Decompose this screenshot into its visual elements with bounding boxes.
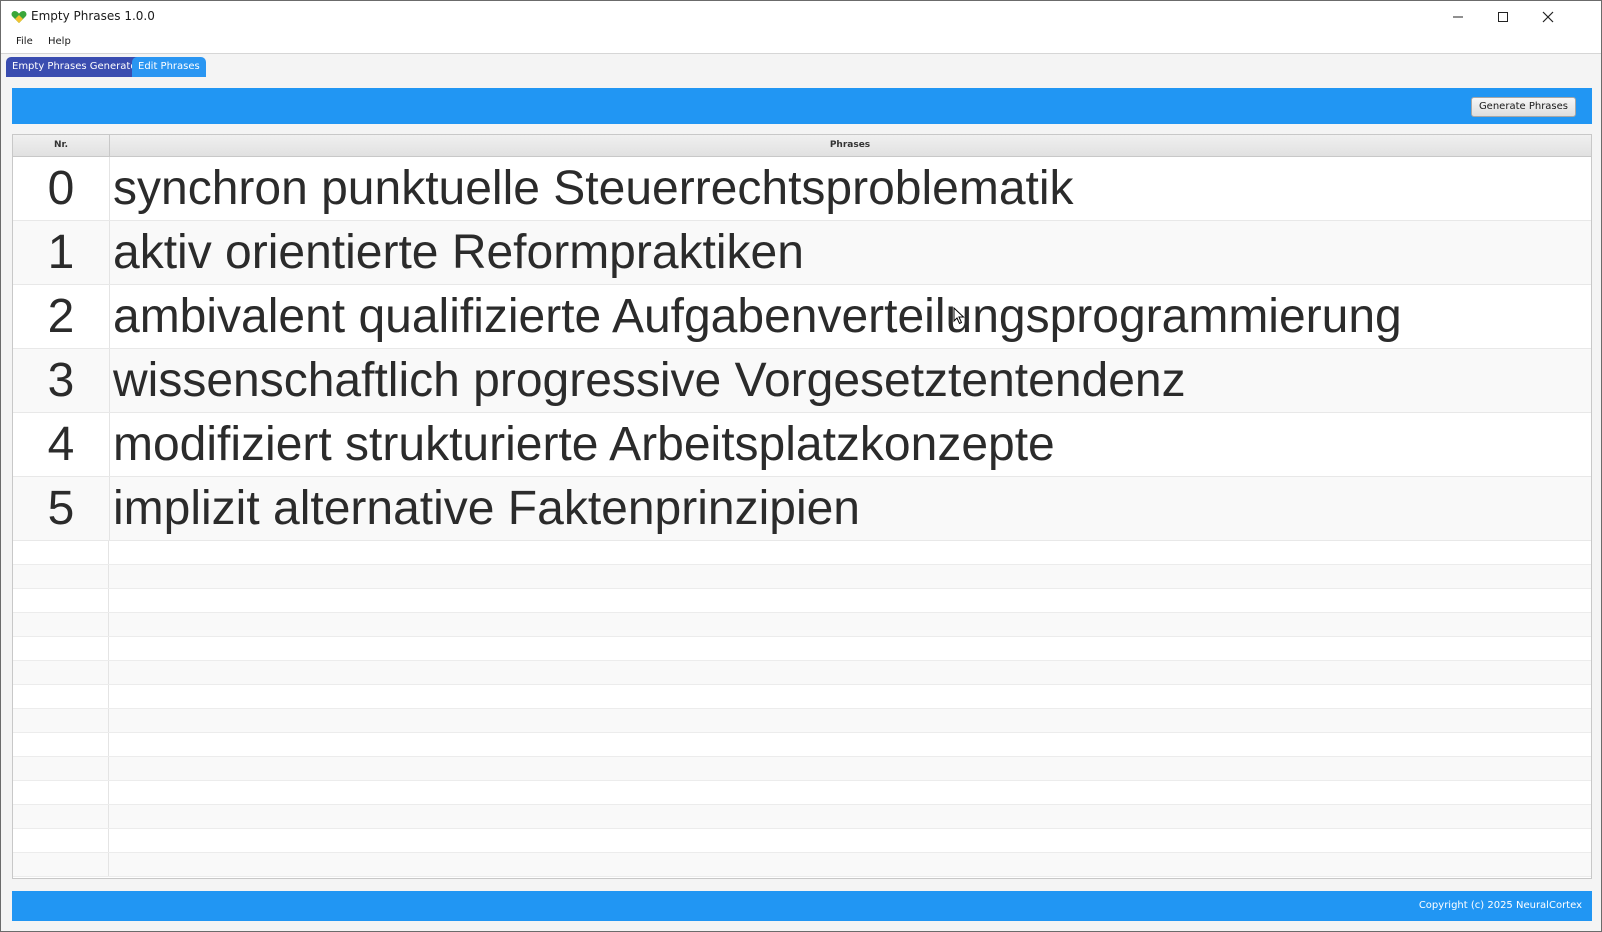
table-header: Nr. Phrases — [13, 135, 1591, 157]
table-row[interactable]: 1 aktiv orientierte Reformpraktiken — [13, 221, 1591, 285]
phrase-cell: synchron punktuelle Steuerrechtsproblema… — [113, 162, 1074, 215]
phrase-cell: ambivalent qualifizierte Aufgabenverteil… — [113, 290, 1402, 343]
column-separator — [108, 589, 109, 612]
column-separator — [108, 565, 109, 588]
table-body: 0 synchron punktuelle Steuerrechtsproblem… — [13, 157, 1591, 877]
empty-table-row — [13, 781, 1591, 805]
tab-empty-phrases-generator[interactable]: Empty Phrases Generator — [6, 57, 147, 77]
menu-bar: File Help — [1, 33, 1601, 54]
phrases-table[interactable]: Nr. Phrases 0 synchron punktuelle Steuerr… — [12, 134, 1592, 879]
menu-help[interactable]: Help — [48, 36, 71, 47]
mouse-cursor-icon — [953, 307, 965, 325]
minimize-icon — [1453, 16, 1463, 18]
column-separator — [108, 781, 109, 804]
row-number-cell: 0 — [13, 157, 110, 220]
table-row[interactable]: 2 ambivalent qualifizierte Aufgabenvertei… — [13, 285, 1591, 349]
row-number-cell: 2 — [13, 285, 110, 348]
close-button[interactable] — [1525, 1, 1571, 33]
empty-table-row — [13, 733, 1591, 757]
row-number-cell: 1 — [13, 221, 110, 284]
empty-table-row — [13, 805, 1591, 829]
column-separator — [108, 661, 109, 684]
column-separator — [108, 853, 109, 876]
table-row[interactable]: 5 implizit alternative Faktenprinzipien — [13, 477, 1591, 541]
column-separator — [108, 709, 109, 732]
column-header-nr[interactable]: Nr. — [13, 135, 110, 156]
column-separator — [108, 757, 109, 780]
footer-bar: Copyright (c) 2025 NeuralCortex — [12, 891, 1592, 921]
column-separator — [108, 541, 109, 564]
phrase-cell: modifiziert strukturierte Arbeitsplatzko… — [113, 418, 1055, 471]
column-separator — [108, 613, 109, 636]
phrase-cell: aktiv orientierte Reformpraktiken — [113, 226, 804, 279]
phrase-cell: implizit alternative Faktenprinzipien — [113, 482, 860, 535]
app-window: Empty Phrases 1.0.0 File Help Empty Phra… — [0, 0, 1602, 932]
maximize-button[interactable] — [1480, 1, 1526, 33]
empty-table-row — [13, 661, 1591, 685]
app-heart-icon — [11, 10, 27, 24]
empty-table-row — [13, 565, 1591, 589]
empty-table-row — [13, 829, 1591, 853]
column-header-phrases[interactable]: Phrases — [109, 135, 1591, 156]
empty-table-row — [13, 685, 1591, 709]
title-bar[interactable]: Empty Phrases 1.0.0 — [1, 1, 1601, 33]
empty-table-row — [13, 613, 1591, 637]
column-separator — [108, 637, 109, 660]
empty-table-row — [13, 709, 1591, 733]
row-number-cell: 4 — [13, 413, 110, 476]
row-number-cell: 5 — [13, 477, 110, 540]
column-separator — [108, 805, 109, 828]
table-row[interactable]: 0 synchron punktuelle Steuerrechtsproblem… — [13, 157, 1591, 221]
copyright-text: Copyright (c) 2025 NeuralCortex — [1418, 900, 1582, 911]
empty-table-row — [13, 757, 1591, 781]
close-icon — [1542, 11, 1554, 23]
table-row[interactable]: 4 modifiziert strukturierte Arbeitsplatzk… — [13, 413, 1591, 477]
table-row[interactable]: 3 wissenschaftlich progressive Vorgesetzt… — [13, 349, 1591, 413]
row-number-cell: 3 — [13, 349, 110, 412]
generate-phrases-button[interactable]: Generate Phrases — [1470, 97, 1576, 117]
empty-table-row — [13, 853, 1591, 877]
empty-table-row — [13, 589, 1591, 613]
menu-file[interactable]: File — [16, 36, 33, 47]
window-title: Empty Phrases 1.0.0 — [31, 9, 155, 23]
column-separator — [108, 829, 109, 852]
phrase-cell: wissenschaftlich progressive Vorgesetzte… — [113, 354, 1186, 407]
column-separator — [108, 685, 109, 708]
minimize-button[interactable] — [1435, 1, 1481, 33]
tab-edit-phrases[interactable]: Edit Phrases — [132, 57, 206, 77]
column-separator — [108, 733, 109, 756]
maximize-icon — [1498, 12, 1508, 22]
toolbar: Generate Phrases — [12, 88, 1592, 124]
empty-table-row — [13, 541, 1591, 565]
empty-table-row — [13, 637, 1591, 661]
